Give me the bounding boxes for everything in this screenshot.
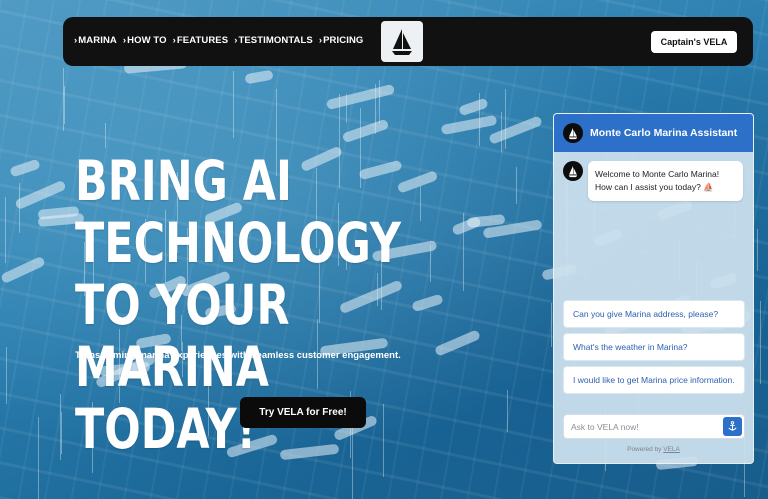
assistant-message-row: Welcome to Monte Carlo Marina! How can I… xyxy=(563,161,743,201)
chevron-right-icon: › xyxy=(74,35,78,46)
mast-decoration xyxy=(756,229,758,271)
nav-link-how-to[interactable]: ›HOW TO xyxy=(123,35,167,46)
try-vela-free-button[interactable]: Try VELA for Free! xyxy=(240,397,366,428)
suggested-questions: Can you give Marina address, please? Wha… xyxy=(563,300,745,399)
welcome-message: Welcome to Monte Carlo Marina! How can I… xyxy=(588,161,743,201)
sailboat-logo-icon[interactable] xyxy=(381,21,423,62)
suggestion-price[interactable]: I would like to get Marina price informa… xyxy=(563,366,745,394)
suggestion-address[interactable]: Can you give Marina address, please? xyxy=(563,300,745,328)
nav-link-pricing[interactable]: ›PRICING xyxy=(319,35,364,46)
assistant-avatar xyxy=(563,161,583,181)
powered-by-vela-link[interactable]: VELA xyxy=(663,446,680,453)
nav-links: ›MARINA ›HOW TO ›FEATURES ›TESTIMONTALS … xyxy=(74,35,363,46)
nav-link-marina[interactable]: ›MARINA xyxy=(74,35,117,46)
mast-decoration xyxy=(6,347,8,404)
mast-decoration xyxy=(63,85,65,124)
hero-subtitle: Transforming marina experiences with sea… xyxy=(75,350,401,361)
sailboat-icon xyxy=(568,127,578,139)
mast-decoration xyxy=(550,302,552,347)
chat-input-bar xyxy=(563,414,745,439)
nav-link-testimonials[interactable]: ›TESTIMONTALS xyxy=(234,35,313,46)
chevron-right-icon: › xyxy=(172,35,176,46)
mast-decoration xyxy=(5,196,7,263)
chevron-right-icon: › xyxy=(318,35,323,46)
chat-input[interactable] xyxy=(564,415,714,438)
chat-header: Monte Carlo Marina Assistant xyxy=(554,114,753,152)
mast-decoration xyxy=(233,71,235,139)
chevron-right-icon: › xyxy=(234,35,238,46)
mast-decoration xyxy=(61,411,63,454)
mast-decoration xyxy=(507,390,509,432)
assistant-avatar xyxy=(563,123,583,143)
captains-vela-button[interactable]: Captain's VELA xyxy=(651,31,737,53)
mast-decoration xyxy=(104,122,106,148)
nav-link-features[interactable]: ›FEATURES xyxy=(173,35,229,46)
send-button[interactable] xyxy=(723,417,742,436)
powered-by-footer: Powered by VELA xyxy=(627,446,680,453)
hero-title-line: BRING AI xyxy=(75,149,292,213)
top-navbar: ›MARINA ›HOW TO ›FEATURES ›TESTIMONTALS … xyxy=(63,17,753,66)
mast-decoration xyxy=(760,301,762,385)
mast-decoration xyxy=(504,89,506,149)
chevron-right-icon: › xyxy=(122,35,127,46)
chat-widget: Monte Carlo Marina Assistant Welcome to … xyxy=(553,113,754,464)
chat-title: Monte Carlo Marina Assistant xyxy=(590,127,738,139)
mast-decoration xyxy=(38,416,40,499)
mast-decoration xyxy=(515,166,517,204)
hero-title-line: TECHNOLOGY TO YOUR xyxy=(75,211,401,337)
suggestion-weather[interactable]: What's the weather in Marina? xyxy=(563,333,745,361)
sailboat-icon xyxy=(568,165,578,177)
anchor-icon xyxy=(728,421,737,431)
